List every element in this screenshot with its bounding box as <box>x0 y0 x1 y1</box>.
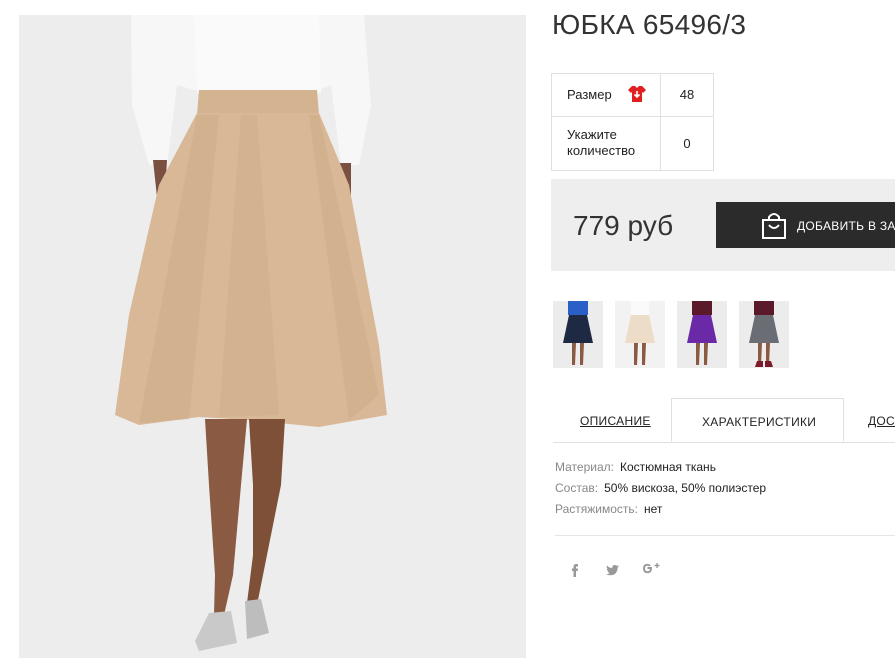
characteristic-row: Растяжимость: нет <box>555 502 662 516</box>
size-select[interactable]: 48 <box>661 74 713 116</box>
characteristic-row: Состав: 50% вискоза, 50% полиэстер <box>555 481 766 495</box>
variant-thumbnail <box>615 301 665 368</box>
characteristic-key: Материал: <box>555 460 614 474</box>
characteristic-value: 50% вискоза, 50% полиэстер <box>604 481 767 495</box>
size-label: Размер <box>567 87 612 102</box>
quantity-label-cell: Укажите количество <box>552 116 661 170</box>
characteristic-value: нет <box>644 502 663 516</box>
section-divider <box>555 535 895 536</box>
quantity-label: Укажите количество <box>567 127 636 158</box>
tab-description[interactable]: ОПИСАНИЕ <box>553 398 671 442</box>
color-variant-navy[interactable] <box>553 301 603 368</box>
quantity-value: 0 <box>683 136 691 151</box>
price: 779 руб <box>573 210 674 241</box>
variant-thumbnail <box>739 301 789 368</box>
color-variant-purple[interactable] <box>677 301 727 368</box>
product-tabs: ОПИСАНИЕ ХАРАКТЕРИСТИКИ ДОСТАВКА <box>553 398 895 443</box>
characteristic-key: Растяжимость: <box>555 502 639 516</box>
add-to-order-button[interactable]: ДОБАВИТЬ В ЗАКАЗ <box>716 202 895 248</box>
size-value: 48 <box>679 87 695 102</box>
tab-description-label: ОПИСАНИЕ <box>580 414 651 428</box>
google-plus-icon[interactable] <box>640 560 660 580</box>
product-title: ЮБКА 65496/3 <box>552 9 747 40</box>
characteristic-row: Материал: Костюмная ткань <box>555 460 716 474</box>
tab-characteristics-label: ХАРАКТЕРИСТИКИ <box>702 415 817 429</box>
product-photo[interactable] <box>19 15 526 658</box>
variant-thumbnail <box>677 301 727 368</box>
variant-thumbnail <box>553 301 603 368</box>
add-to-order-label: ДОБАВИТЬ В ЗАКАЗ <box>797 219 895 233</box>
twitter-icon[interactable] <box>602 560 622 580</box>
facebook-icon[interactable] <box>565 560 585 580</box>
color-variant-beige[interactable] <box>615 301 665 368</box>
size-chart-icon[interactable] <box>627 84 647 104</box>
size-row: Размер 48 <box>552 74 713 117</box>
tabs-baseline <box>553 442 895 443</box>
options-table: Размер 48 Укажите количество 0 <box>551 73 714 171</box>
quantity-row: Укажите количество 0 <box>552 116 713 170</box>
quantity-input[interactable]: 0 <box>661 116 713 170</box>
characteristic-value: Костюмная ткань <box>619 460 716 474</box>
color-variant-grey[interactable] <box>739 301 789 368</box>
tab-delivery[interactable]: ДОСТАВКА <box>844 398 895 442</box>
tab-characteristics[interactable]: ХАРАКТЕРИСТИКИ <box>671 398 844 442</box>
size-label-cell: Размер <box>552 74 661 116</box>
tab-delivery-label: ДОСТАВКА <box>868 414 895 428</box>
shopping-bag-icon <box>762 213 786 239</box>
skirt-model-illustration <box>19 15 526 658</box>
price-box: 779 руб ДОБАВИТЬ В ЗАКАЗ <box>551 179 895 271</box>
characteristic-key: Состав: <box>555 481 599 495</box>
